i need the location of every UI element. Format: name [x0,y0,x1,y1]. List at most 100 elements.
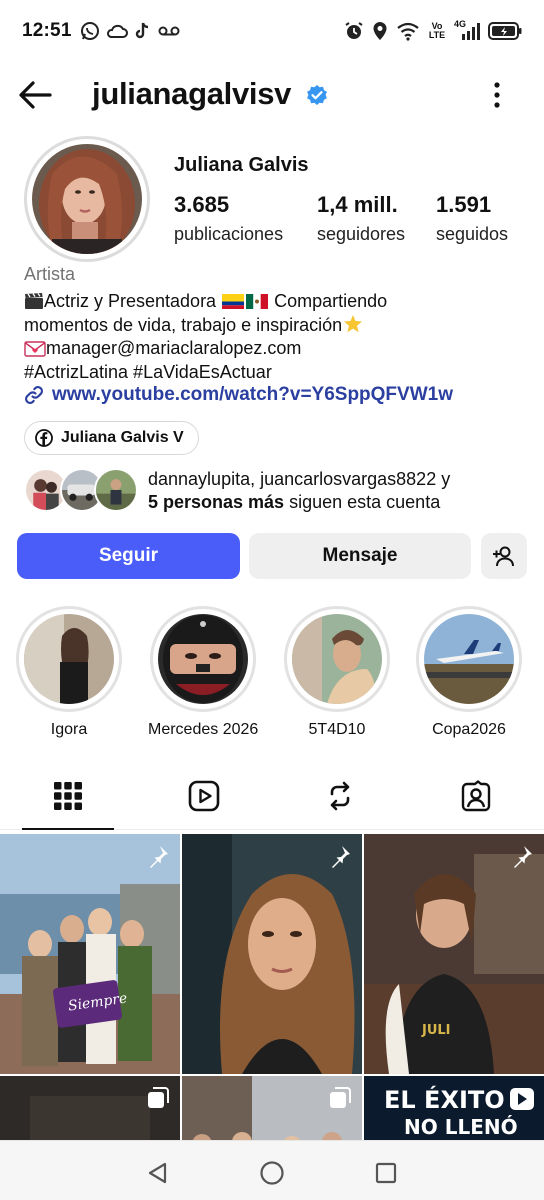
system-navigation-bar [0,1140,544,1200]
bio-hashtags: #ActrizLatina #LaVidaEsActuar [24,361,272,382]
active-tab-indicator [22,828,114,830]
followers-stat[interactable]: 1,4 mill. seguidores [317,192,405,245]
profile-category: Artista [24,264,76,284]
add-person-icon [493,546,514,567]
love-letter-icon [24,341,46,357]
battery-icon [488,22,522,40]
carousel-icon [330,1087,351,1108]
tiktok-icon [135,22,148,39]
status-left-icons [80,21,180,41]
more-options-icon[interactable] [486,78,508,112]
message-button[interactable]: Mensaje [249,533,471,579]
mexico-flag-icon [246,294,269,309]
status-right-icons: Vo LTE 4G [344,19,522,41]
highlight-item[interactable]: Copa2026 [414,606,524,739]
volte-icon: Vo LTE [428,21,446,40]
mutual-followers-and: y [441,469,451,489]
following-label: seguidos [436,224,509,244]
wifi-icon [397,22,419,41]
bio-role: Actriz y Presentadora [44,291,217,311]
alarm-icon [345,22,363,39]
grid-icon [54,782,82,810]
mutual-followers-suffix: siguen esta cuenta [289,492,441,512]
clapperboard-icon [25,292,43,309]
status-bar: 12:51 Vo LTE 4G [0,0,544,62]
mutual-follower-avatars [24,468,138,514]
mutual-followers-text: dannaylupita, juancarlosvargas8822 y 5 p… [148,468,450,514]
bio-moments: momentos de vida, trabajo e inspiración [24,314,343,335]
tab-reels[interactable] [184,776,224,816]
profile-bio: Actriz y Presentadora Compartiendo momen… [24,290,524,384]
tab-tagged[interactable] [456,776,496,816]
highlight-label: Igora [50,721,88,738]
post-overlay-text: JULI [421,1023,451,1038]
full-name: Juliana Galvis [174,154,309,176]
carousel-icon [148,1087,169,1108]
mutual-followers[interactable]: dannaylupita, juancarlosvargas8822 y 5 p… [24,466,534,516]
profile-link-text: www.youtube.com/watch?v=Y6SppQFVW1w [52,384,453,405]
location-icon [373,22,387,40]
cloud-icon [106,24,128,38]
highlight-item[interactable]: Igora [14,606,124,739]
mutual-followers-names: dannaylupita, juancarlosvargas8822 [148,469,437,489]
post-overlay-text: NO LLENÓ [404,1115,518,1139]
highlight-item[interactable]: Mercedes 2026 [148,606,258,739]
nav-back-button[interactable] [144,1159,172,1187]
post-thumbnail[interactable]: JULI [364,834,544,1074]
followers-count: 1,4 mill. [317,192,398,217]
reels-icon [188,780,220,812]
highlight-item[interactable]: 5T4D10 [282,606,392,739]
pin-icon [150,846,168,868]
signal-icon: 4G [454,19,480,41]
verified-badge-icon [307,85,327,105]
mutual-avatar-3 [94,468,138,512]
colombia-flag-icon [222,294,245,309]
posts-count: 3.685 [174,192,230,217]
pin-icon [514,846,532,868]
highlight-cover [150,606,256,712]
post-thumbnail[interactable]: Siempre [0,834,180,1074]
bio-sharing: Compartiendo [274,291,388,311]
highlight-cover [16,606,122,712]
username-title: julianagalvisv [92,76,292,111]
tab-reposts[interactable] [320,776,360,816]
bio-line-4: #ActrizLatina #LaVidaEsActuar [24,361,524,385]
whatsapp-icon [80,22,99,40]
triangle-back-icon [148,1162,167,1184]
profile-avatar [32,144,142,254]
suggested-accounts-button[interactable] [481,533,527,579]
posts-stat[interactable]: 3.685 publicaciones [174,192,283,245]
profile-header-bar: julianagalvisv [0,68,544,124]
nav-home-button[interactable] [258,1159,286,1187]
bio-line-1: Actriz y Presentadora Compartiendo [24,290,524,314]
highlight-label: Mercedes 2026 [148,721,259,738]
reposts-icon [330,781,350,811]
circle-home-icon [260,1161,284,1185]
followers-label: seguidores [317,224,406,244]
tagged-icon [461,780,491,812]
post-overlay-text: EL ÉXITO [384,1085,505,1114]
profile-avatar-ring[interactable] [24,136,150,262]
highlight-label: 5T4D10 [308,721,366,738]
nav-recents-button[interactable] [372,1159,400,1187]
tab-posts[interactable] [48,776,88,816]
follow-button[interactable]: Seguir [17,533,240,579]
highlight-cover [284,606,390,712]
bio-line-2: momentos de vida, trabajo e inspiración [24,314,524,338]
voicemail-icon [158,26,180,36]
profile-link[interactable]: www.youtube.com/watch?v=Y6SppQFVW1w [24,384,453,406]
sparkle-star-icon [344,314,363,332]
highlight-cover [416,606,522,712]
highlight-label: Copa2026 [432,721,506,738]
facebook-icon [35,429,53,447]
post-thumbnail[interactable] [182,834,362,1074]
facebook-profile-chip[interactable]: Juliana Galvis V [24,421,199,455]
mutual-followers-more: 5 personas más [148,492,285,512]
following-count: 1.591 [436,192,492,217]
square-recents-icon [375,1162,397,1184]
following-stat[interactable]: 1.591 seguidos [436,192,508,245]
back-arrow-icon[interactable] [16,78,54,112]
content-tabs [0,768,544,830]
status-time: 12:51 [22,20,72,41]
link-icon [25,386,43,404]
